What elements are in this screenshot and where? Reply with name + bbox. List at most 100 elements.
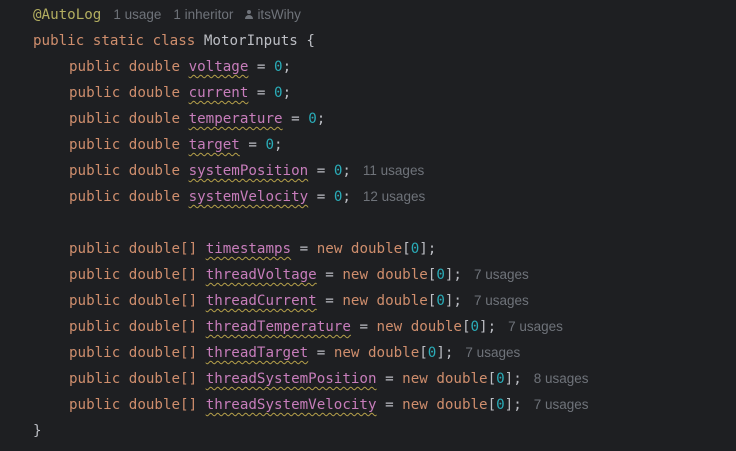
array-size: 0 — [436, 267, 445, 283]
keyword-public: public — [69, 319, 121, 335]
usages-inlay-hint[interactable]: 7 usages — [465, 345, 520, 360]
keyword-new: new — [402, 397, 428, 413]
array-size: 0 — [496, 397, 505, 413]
usages-inlay-hint[interactable]: 1 usage — [113, 7, 161, 22]
array-type: double — [350, 241, 403, 257]
keyword-public: public — [69, 267, 121, 283]
array-type: double — [376, 267, 428, 283]
keyword-new: new — [333, 345, 360, 361]
field-type: double — [128, 59, 181, 75]
usages-inlay-hint[interactable]: 7 usages — [534, 397, 589, 412]
field-line-system-position: public double systemPosition = 0; 11 usag… — [69, 163, 425, 179]
keyword-public: public — [69, 59, 121, 75]
array-size: 0 — [470, 319, 480, 335]
class-closing-line: } — [0, 418, 42, 444]
usages-inlay-hint[interactable]: 8 usages — [534, 371, 589, 386]
keyword-public: public — [69, 189, 121, 205]
field-line-temperature: public double temperature = 0; — [69, 111, 326, 127]
field-name[interactable]: timestamps — [206, 241, 291, 257]
array-field-line-thread-current: public double[] threadCurrent = new doub… — [69, 293, 529, 309]
field-name[interactable]: voltage — [189, 59, 249, 75]
code-editor[interactable]: @AutoLog 1 usage 1 inheritor itsWihy public… — [0, 0, 736, 451]
annotation-line: @AutoLog 1 usage 1 inheritor itsWihy — [0, 2, 301, 28]
field-initializer: 0 — [265, 137, 275, 153]
array-field-line-timestamps: public double[] timestamps = new double[… — [69, 241, 437, 257]
array-field-line-thread-temperature: public double[] threadTemperature = new … — [69, 319, 563, 335]
array-type: double — [436, 397, 488, 413]
field-type: double — [128, 111, 181, 127]
field-name[interactable]: systemPosition — [189, 163, 309, 179]
array-field-line-thread-voltage: public double[] threadVoltage = new doub… — [69, 267, 529, 283]
field-name[interactable]: threadCurrent — [206, 293, 317, 309]
field-type: double[] — [128, 371, 198, 387]
field-line-current: public double current = 0; — [69, 85, 292, 101]
array-field-line-thread-target: public double[] threadTarget = new doubl… — [69, 345, 521, 361]
person-icon — [245, 10, 254, 20]
annotation: @AutoLog — [33, 7, 102, 23]
close-brace: } — [33, 423, 42, 439]
field-line-system-velocity: public double systemVelocity = 0; 12 usag… — [69, 189, 426, 205]
field-name[interactable]: target — [189, 137, 240, 153]
array-size: 0 — [496, 371, 505, 387]
field-line-voltage: public double voltage = 0; — [69, 59, 292, 75]
field-type: double — [128, 189, 181, 205]
field-name[interactable]: temperature — [189, 111, 283, 127]
field-name[interactable]: threadVoltage — [206, 267, 317, 283]
keyword-public: public — [69, 85, 121, 101]
field-type: double — [128, 163, 181, 179]
keyword-new: new — [316, 241, 343, 257]
class-declaration-line: public static class MotorInputs { — [0, 28, 315, 54]
field-type: double[] — [128, 293, 198, 309]
class-name[interactable]: MotorInputs — [204, 33, 298, 49]
field-line-target: public double target = 0; — [69, 137, 283, 153]
field-type: double[] — [128, 267, 198, 283]
field-name[interactable]: threadSystemPosition — [206, 371, 377, 387]
keyword-new: new — [402, 371, 428, 387]
field-type: double[] — [128, 345, 198, 361]
array-type: double — [436, 371, 488, 387]
keyword-class: class — [152, 33, 196, 49]
array-type: double — [376, 293, 428, 309]
usages-inlay-hint[interactable]: 11 usages — [363, 163, 424, 178]
usages-inlay-hint[interactable]: 7 usages — [474, 293, 529, 308]
array-field-line-thread-system-velocity: public double[] threadSystemVelocity = n… — [69, 397, 589, 413]
usages-inlay-hint[interactable]: 12 usages — [363, 189, 425, 204]
keyword-public: public — [69, 137, 121, 153]
field-initializer: 0 — [274, 59, 283, 75]
field-type: double[] — [128, 397, 198, 413]
array-size: 0 — [410, 241, 420, 257]
field-type: double[] — [128, 241, 198, 257]
keyword-public: public — [33, 33, 85, 49]
keyword-public: public — [69, 397, 121, 413]
keyword-public: public — [69, 241, 121, 257]
field-name[interactable]: current — [189, 85, 249, 101]
usages-inlay-hint[interactable]: 7 usages — [474, 267, 529, 282]
keyword-static: static — [92, 33, 145, 49]
inheritors-inlay-hint[interactable]: 1 inheritor — [173, 7, 233, 22]
usages-inlay-hint[interactable]: 7 usages — [508, 319, 563, 334]
field-initializer: 0 — [274, 85, 283, 101]
keyword-public: public — [69, 111, 121, 127]
array-field-line-thread-system-position: public double[] threadSystemPosition = n… — [69, 371, 589, 387]
array-size: 0 — [436, 293, 445, 309]
keyword-public: public — [69, 163, 121, 179]
keyword-new: new — [342, 293, 368, 309]
field-name[interactable]: threadSystemVelocity — [206, 397, 377, 413]
array-type: double — [410, 319, 462, 335]
field-type: double — [128, 137, 181, 153]
field-name[interactable]: threadTarget — [206, 345, 309, 361]
keyword-new: new — [342, 267, 368, 283]
field-name[interactable]: systemVelocity — [189, 189, 309, 205]
field-initializer: 0 — [308, 111, 317, 127]
field-type: double[] — [128, 319, 198, 335]
author-inlay-hint[interactable]: itsWihy — [245, 7, 301, 22]
author-name: itsWihy — [257, 7, 301, 22]
field-type: double — [128, 85, 181, 101]
field-name[interactable]: threadTemperature — [206, 319, 351, 335]
keyword-new: new — [376, 319, 403, 335]
open-brace: { — [306, 33, 315, 49]
array-type: double — [367, 345, 420, 361]
keyword-public: public — [69, 293, 121, 309]
keyword-public: public — [69, 371, 121, 387]
keyword-public: public — [69, 345, 121, 361]
